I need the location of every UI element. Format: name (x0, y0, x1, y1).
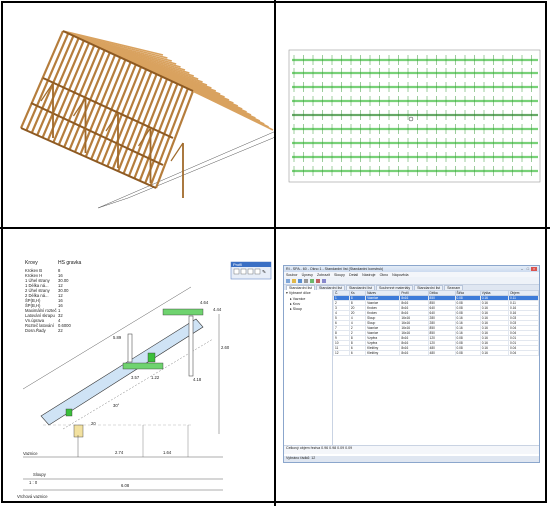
roof-3d-view (3, 3, 274, 227)
print-icon[interactable] (304, 278, 308, 283)
menu-item[interactable]: Detail (349, 273, 358, 277)
rafter-right (192, 90, 274, 131)
tree-items: ▸ Vaznice ▸ Krov ▸ Sloup (284, 296, 332, 311)
bom-table: Č. Ks Název Profil Délka Šířka Výška Objem 1 8 Va… (333, 290, 539, 356)
truss-section-view: Krovy HS gravka Krokev B 8 Krokev H 16 1 Úhe… (3, 229, 274, 503)
status-text: Vybráno řádků: 12 (286, 456, 316, 460)
summary-value: 0.09 (344, 446, 353, 450)
status-bar: Vybráno řádků: 12 (284, 456, 539, 462)
summary-label: Celkový objem řeziva (286, 446, 321, 450)
dim-bottom-2: 1.64 (163, 450, 172, 455)
truss-section-drawing: Krovy HS gravka Krokev B 8Krokev H 161 Úhe… (17, 260, 272, 499)
menu-item[interactable]: Zobrazit (317, 273, 330, 277)
save-icon[interactable] (298, 278, 302, 283)
table-cell: 480 (427, 350, 456, 356)
toolbar (284, 277, 539, 285)
purlin-top (162, 308, 204, 316)
post-mid (127, 333, 133, 363)
roof-frame (19, 30, 274, 209)
dim-label-1: 4.64 (200, 300, 209, 305)
toolbox-btn-2[interactable] (240, 268, 247, 275)
params-title: Krovy (25, 260, 38, 266)
toolbox-title: Profil (233, 262, 242, 267)
four-panel-grid: Krovy HS gravka Krokev B 8 Krokev H 16 1 Úhe… (0, 0, 550, 506)
roof-3d-model (19, 30, 274, 209)
roof-plan-drawing (288, 49, 541, 183)
angle-label: 30° (113, 403, 120, 408)
dim-label-6: 3.57 (131, 375, 140, 380)
menu-item[interactable]: Nápověda (392, 273, 408, 277)
close-icon[interactable]: × (531, 267, 537, 271)
window-title: RI - SPA - 60 - Okno 1 - Standardní list… (286, 267, 384, 271)
rafter-left (25, 32, 70, 131)
rafter-beam (40, 318, 204, 426)
tree-pane: ▾ Vybrané dílce ▸ Vaznice ▸ Krov ▸ Sloup (284, 290, 333, 446)
pencil-icon[interactable]: ✎ (262, 270, 266, 276)
section-a-label: 20 (91, 421, 96, 426)
rafter-left (36, 37, 80, 136)
summary-value: 0.98 (328, 446, 337, 450)
dim-bottom-3: 6.08 (121, 483, 130, 488)
table-pane: Č. Ks Název Profil Délka Šířka Výška Objem 1 8 Va… (333, 290, 539, 446)
toolbox-btn-3[interactable] (247, 268, 254, 275)
menu-item[interactable]: Soubor (286, 273, 298, 277)
wall-plate (73, 424, 84, 438)
table-cell: 0.04 (507, 350, 539, 356)
table-cell: 8x16 (399, 350, 429, 356)
rafter-left (68, 52, 111, 151)
bom-window-panel: RI - SPA - 60 - Okno 1 - Standardní list… (276, 229, 547, 503)
dim-label-2: 4.44 (213, 307, 222, 312)
vrch-label: Vrchová vaznice (17, 494, 48, 499)
menu-item[interactable]: Okno (380, 273, 389, 277)
rafter-left (19, 30, 65, 129)
dim-label-5: 1.22 (151, 375, 160, 380)
new-icon[interactable] (286, 278, 290, 283)
delete-icon[interactable] (316, 278, 320, 283)
toolbox-btn-1[interactable] (233, 268, 240, 275)
rafter-left (46, 42, 91, 141)
table-cell: 6 (348, 350, 367, 356)
post-top (188, 315, 194, 377)
vaznice-label: Vaznice (23, 451, 38, 456)
params-subtitle: HS gravka (58, 260, 82, 266)
purlin-mid (122, 362, 164, 370)
application-window: RI - SPA - 60 - Okno 1 - Standardní list… (283, 265, 540, 463)
params-list: Krokev B 8Krokev H 161 Úhel strany 30.001 D… (25, 268, 69, 313)
open-icon[interactable] (292, 278, 296, 283)
collar-node (147, 352, 156, 363)
table-cell: 0.16 (479, 350, 509, 356)
sloupy-label: Sloupy (33, 472, 47, 477)
summary-values: 0.96 0.98 0.09 0.09 (321, 446, 352, 450)
dim-bottom-1: 2.74 (115, 450, 124, 455)
tree-item[interactable]: ▸ Sloup (284, 306, 332, 311)
rafter-left (52, 44, 96, 143)
toolbox-btn-4[interactable] (254, 268, 261, 275)
menu-item[interactable]: Nástroje (362, 273, 375, 277)
params-list-2: Latování skrapu 32Vn.úprava 4Rozteč latová… (25, 313, 71, 333)
dim-label-3: 5.89 (113, 335, 122, 340)
table-cell: Kleštiny (365, 350, 401, 356)
table-row[interactable]: 12 6 Kleštiny 8x16 480 0.08 0.16 0.04 (333, 350, 539, 356)
foot-node (65, 408, 73, 417)
refresh-icon[interactable] (310, 278, 314, 283)
filter-icon[interactable] (322, 278, 326, 283)
dim-label-4: 2.60 (221, 345, 230, 350)
param-label: Dosn.Řady (25, 328, 47, 333)
rafter-left (73, 54, 117, 153)
param-value: 22 (58, 328, 63, 333)
rafter-left (57, 47, 101, 146)
summary-bar: Celkový objem řeziva 0.96 0.98 0.09 0.09 (284, 445, 539, 454)
table-cell: 0.08 (454, 350, 481, 356)
menu-item[interactable]: Úpravy (302, 273, 313, 277)
menu-item[interactable]: Sloupy (334, 273, 345, 277)
plan-rafters (292, 55, 538, 176)
roof-plan-view (276, 3, 547, 227)
table-cell: 12 (333, 350, 350, 356)
dim-label-7: 4.18 (193, 377, 202, 382)
summary-value: 0.09 (336, 446, 345, 450)
scale-label: 1 : 0 (29, 480, 38, 485)
profil-toolbox[interactable]: Profil ✎ (230, 261, 272, 280)
